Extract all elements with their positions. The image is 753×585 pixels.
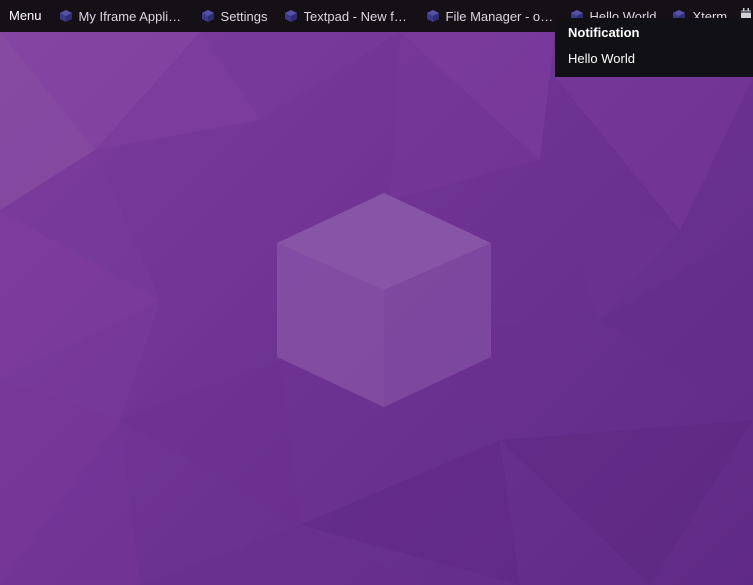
notification-title: Notification [568,25,640,40]
cube-icon [284,10,297,22]
taskbar-item-label: File Manager - os… [445,8,554,24]
notification-message: Hello World [568,51,635,66]
taskbar-item-file-manager[interactable]: File Manager - os… [418,0,562,32]
cube-icon [59,10,72,22]
taskbar-item-settings[interactable]: Settings [193,0,276,32]
notification-popup[interactable]: Notification Hello World [555,18,753,77]
taskbar-item-label: Settings [220,8,268,24]
cube-icon [426,10,439,22]
taskbar-item-label: Textpad - New fil… [303,8,410,24]
taskbar-item-textpad[interactable]: Textpad - New fil… [276,0,418,32]
taskbar-item-iframe-app[interactable]: My Iframe Applic… [51,0,193,32]
desktop[interactable] [0,0,753,585]
cube-icon [201,10,214,22]
wallpaper [0,32,753,585]
taskbar-item-label: My Iframe Applic… [78,8,185,24]
menu-button[interactable]: Menu [0,0,51,32]
